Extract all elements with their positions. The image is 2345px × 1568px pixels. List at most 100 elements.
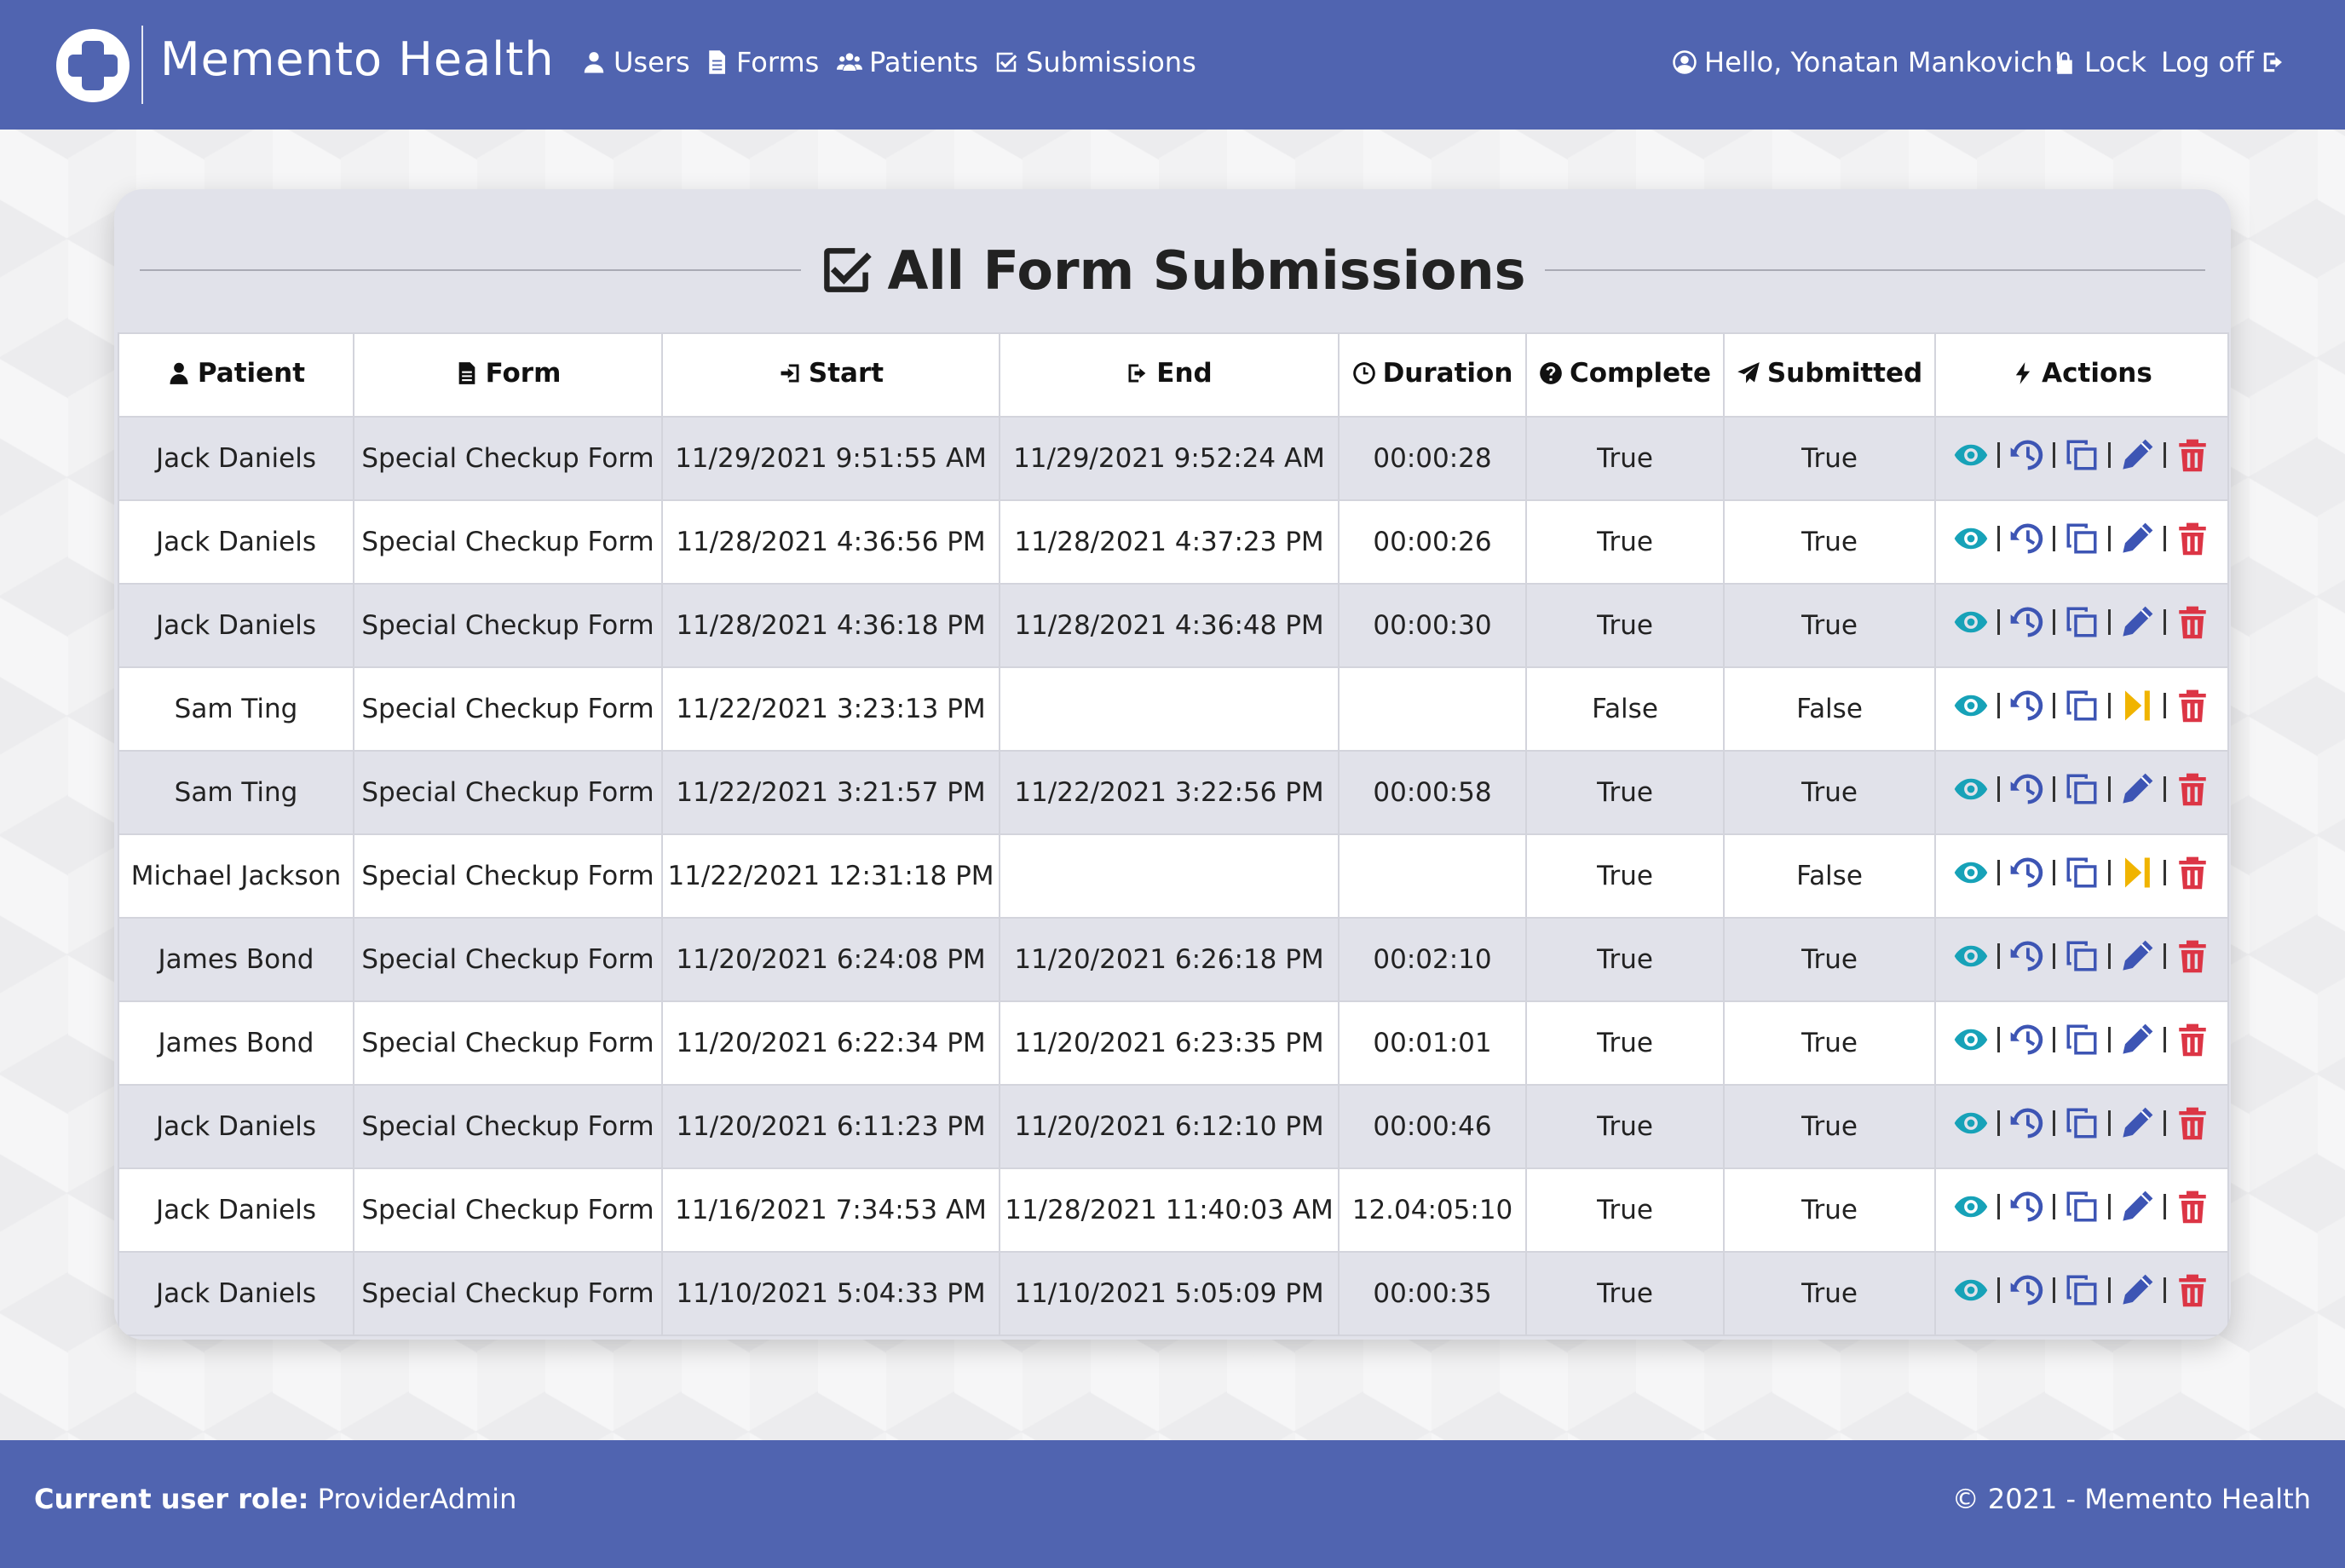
history-icon[interactable] — [2008, 604, 2044, 640]
table-row[interactable]: Jack Daniels Special Checkup Form 11/16/… — [118, 1167, 2229, 1253]
medical-cross-logo-icon[interactable] — [56, 29, 130, 102]
table-row[interactable]: James Bond Special Checkup Form 11/20/20… — [118, 917, 2229, 1002]
eye-icon[interactable] — [1953, 1189, 1989, 1225]
action-separator — [2053, 693, 2055, 718]
pencil-icon[interactable] — [2119, 604, 2155, 640]
table-row[interactable]: Jack Daniels Special Checkup Form 11/10/… — [118, 1251, 2229, 1336]
history-icon[interactable] — [2008, 1105, 2044, 1141]
pencil-icon[interactable] — [2119, 1105, 2155, 1141]
trash-icon[interactable] — [2175, 1272, 2210, 1308]
copy-icon[interactable] — [2064, 437, 2100, 473]
eye-icon[interactable] — [1953, 604, 1989, 640]
table-row[interactable]: Michael Jackson Special Checkup Form 11/… — [118, 833, 2229, 919]
col-header-complete-label: Complete — [1569, 358, 1712, 389]
nav-lock[interactable]: Lock — [2052, 46, 2146, 78]
trash-icon[interactable] — [2175, 938, 2210, 974]
copy-icon[interactable] — [2064, 771, 2100, 807]
copy-icon[interactable] — [2064, 855, 2100, 891]
trash-icon[interactable] — [2175, 771, 2210, 807]
table-row[interactable]: James Bond Special Checkup Form 11/20/20… — [118, 1000, 2229, 1086]
pencil-icon[interactable] — [2119, 1022, 2155, 1058]
action-separator — [2053, 1110, 2055, 1136]
eye-icon[interactable] — [1953, 437, 1989, 473]
cell-form: Special Checkup Form — [353, 1251, 663, 1336]
pencil-icon[interactable] — [2119, 938, 2155, 974]
table-row[interactable]: Jack Daniels Special Checkup Form 11/20/… — [118, 1084, 2229, 1169]
table-row[interactable]: Sam Ting Special Checkup Form 11/22/2021… — [118, 666, 2229, 752]
pencil-icon[interactable] — [2119, 437, 2155, 473]
cell-start: 11/16/2021 7:34:53 AM — [661, 1167, 1000, 1253]
trash-icon[interactable] — [2175, 1189, 2210, 1225]
trash-icon[interactable] — [2175, 1105, 2210, 1141]
nav-logoff[interactable]: Log off — [2161, 46, 2286, 78]
history-icon[interactable] — [2008, 1189, 2044, 1225]
cell-start: 11/20/2021 6:22:34 PM — [661, 1000, 1000, 1086]
eye-icon[interactable] — [1953, 1022, 1989, 1058]
col-header-patient[interactable]: Patient — [118, 332, 354, 418]
trash-icon[interactable] — [2175, 1022, 2210, 1058]
trash-icon[interactable] — [2175, 437, 2210, 473]
col-header-duration-label: Duration — [1382, 358, 1513, 389]
pencil-icon[interactable] — [2119, 1189, 2155, 1225]
history-icon[interactable] — [2008, 521, 2044, 556]
trash-icon[interactable] — [2175, 521, 2210, 556]
nav-forms[interactable]: Forms — [704, 46, 819, 78]
history-icon[interactable] — [2008, 1272, 2044, 1308]
history-icon[interactable] — [2008, 688, 2044, 723]
copy-icon[interactable] — [2064, 521, 2100, 556]
pencil-icon[interactable] — [2119, 771, 2155, 807]
cell-end — [999, 666, 1340, 752]
history-icon[interactable] — [2008, 1022, 2044, 1058]
action-separator — [2053, 776, 2055, 802]
cell-start: 11/10/2021 5:04:33 PM — [661, 1251, 1000, 1336]
pencil-icon[interactable] — [2119, 521, 2155, 556]
copy-icon[interactable] — [2064, 938, 2100, 974]
cell-submitted: True — [1723, 1084, 1936, 1169]
eye-icon[interactable] — [1953, 771, 1989, 807]
eye-icon[interactable] — [1953, 1105, 1989, 1141]
eye-icon[interactable] — [1953, 938, 1989, 974]
col-header-complete[interactable]: Complete — [1525, 332, 1725, 418]
col-header-duration[interactable]: Duration — [1338, 332, 1527, 418]
cell-complete: True — [1525, 583, 1725, 668]
eye-icon[interactable] — [1953, 521, 1989, 556]
step-forward-icon[interactable] — [2119, 855, 2155, 891]
action-separator — [2108, 860, 2111, 885]
col-header-end[interactable]: End — [999, 332, 1340, 418]
brand-name[interactable]: Memento Health — [160, 32, 555, 86]
cell-patient: Sam Ting — [118, 750, 354, 835]
history-icon[interactable] — [2008, 938, 2044, 974]
copy-icon[interactable] — [2064, 688, 2100, 723]
history-icon[interactable] — [2008, 771, 2044, 807]
copy-icon[interactable] — [2064, 1272, 2100, 1308]
eye-icon[interactable] — [1953, 1272, 1989, 1308]
nav-submissions[interactable]: Submissions — [994, 46, 1196, 78]
user-greeting[interactable]: Hello, Yonatan Mankovich! — [1672, 46, 2064, 78]
eye-icon[interactable] — [1953, 855, 1989, 891]
col-header-form[interactable]: Form — [353, 332, 663, 418]
copy-icon[interactable] — [2064, 604, 2100, 640]
col-header-submitted[interactable]: Submitted — [1723, 332, 1936, 418]
history-icon[interactable] — [2008, 437, 2044, 473]
copy-icon[interactable] — [2064, 1105, 2100, 1141]
trash-icon[interactable] — [2175, 604, 2210, 640]
table-row[interactable]: Jack Daniels Special Checkup Form 11/28/… — [118, 583, 2229, 668]
action-separator — [2164, 943, 2166, 969]
table-row[interactable]: Jack Daniels Special Checkup Form 11/28/… — [118, 499, 2229, 585]
nav-patients[interactable]: Patients — [837, 46, 978, 78]
cell-start: 11/22/2021 3:23:13 PM — [661, 666, 1000, 752]
trash-icon[interactable] — [2175, 688, 2210, 723]
copyright: © 2021 - Memento Health — [1951, 1483, 2311, 1515]
eye-icon[interactable] — [1953, 688, 1989, 723]
nav-users[interactable]: Users — [581, 46, 690, 78]
pencil-icon[interactable] — [2119, 1272, 2155, 1308]
table-row[interactable]: Jack Daniels Special Checkup Form 11/29/… — [118, 416, 2229, 501]
copy-icon[interactable] — [2064, 1189, 2100, 1225]
col-header-start[interactable]: Start — [661, 332, 1000, 418]
table-row[interactable]: Sam Ting Special Checkup Form 11/22/2021… — [118, 750, 2229, 835]
trash-icon[interactable] — [2175, 855, 2210, 891]
step-forward-icon[interactable] — [2119, 688, 2155, 723]
copy-icon[interactable] — [2064, 1022, 2100, 1058]
cell-end: 11/28/2021 11:40:03 AM — [999, 1167, 1340, 1253]
history-icon[interactable] — [2008, 855, 2044, 891]
